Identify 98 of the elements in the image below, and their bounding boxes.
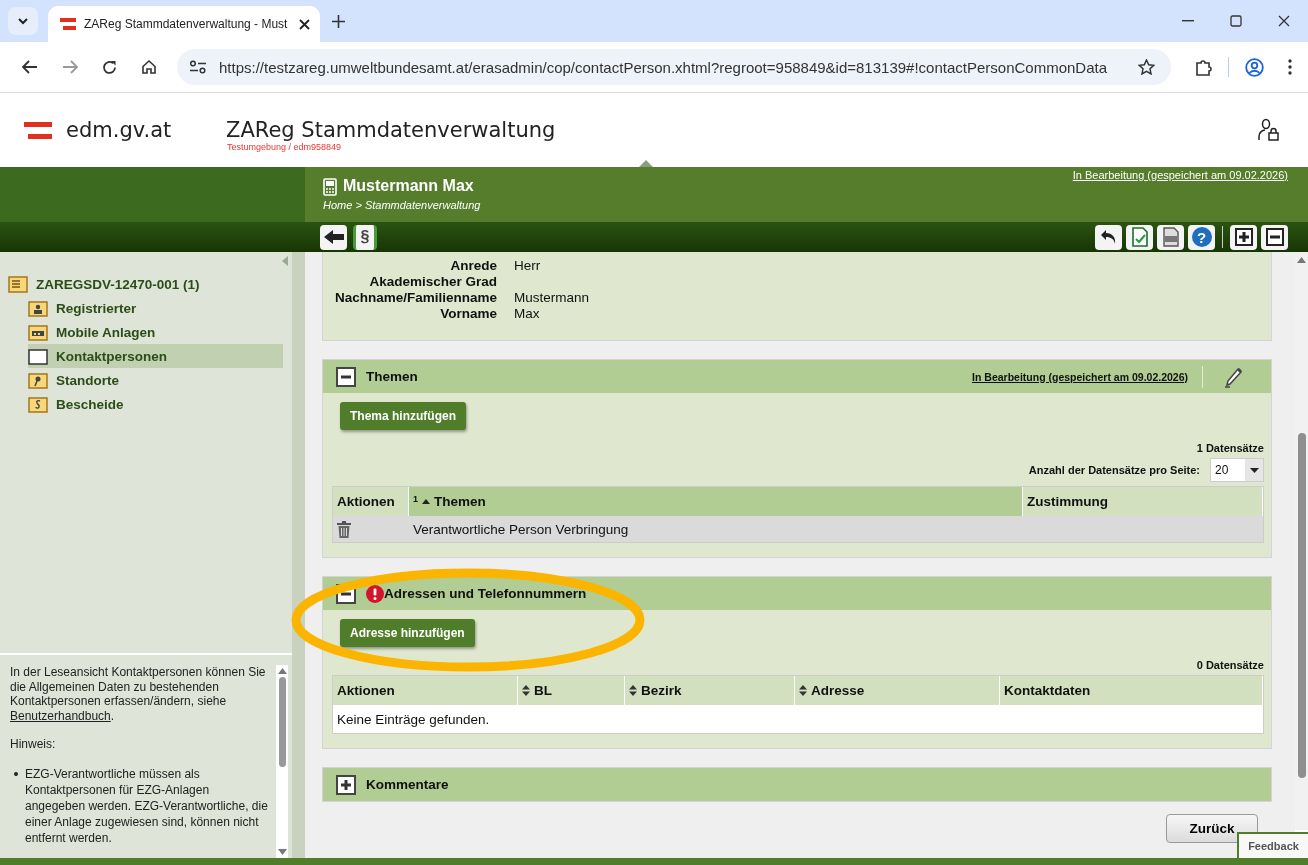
tree-item[interactable]: Registrierter xyxy=(28,296,283,320)
logo-icon xyxy=(24,121,52,139)
help-paragraph: In der Leseansicht Kontaktpersonen können Sie die Allgemeinen Daten zu bestehenden Kontaktpersonen erfassen/ändern, siehe Benutzerhandbuch. xyxy=(10,665,267,723)
reload-icon[interactable] xyxy=(102,59,117,75)
section-title: Adressen und Telefonnummern xyxy=(384,586,587,601)
tree-item[interactable]: Standorte xyxy=(28,368,283,392)
back-button[interactable] xyxy=(320,224,347,250)
tab-list-button[interactable] xyxy=(8,7,38,35)
scroll-down-icon[interactable] xyxy=(277,849,287,855)
scroll-up-icon[interactable] xyxy=(1297,257,1306,263)
environment-label: Testumgebung / edm958849 xyxy=(227,142,343,152)
field-label: Anrede xyxy=(449,258,497,273)
flag-icon xyxy=(60,18,76,30)
sort-icon[interactable] xyxy=(629,685,637,696)
caret-icon[interactable] xyxy=(1249,467,1259,473)
address-field[interactable]: https://testzareg.umweltbundesamt.at/erasadmin/cop/contactPerson.xhtml?regroot=958849&id=813139#!contactPersonCommonData xyxy=(177,49,1171,85)
manual-link[interactable]: Benutzerhandbuch xyxy=(10,708,111,723)
star-icon[interactable] xyxy=(1138,59,1155,75)
minimize-icon[interactable] xyxy=(1182,20,1194,22)
page-title: Mustermann Max xyxy=(343,177,474,195)
document-check-icon[interactable] xyxy=(1131,227,1148,247)
table-cell-text: Verantwortliche Person Verbringung xyxy=(412,521,630,537)
sort-icon[interactable] xyxy=(522,685,530,696)
back-icon[interactable] xyxy=(22,60,38,74)
field-label: Akademischer Grad xyxy=(368,274,497,289)
sort-rank: 1 xyxy=(413,493,418,504)
folder-icon[interactable] xyxy=(8,275,28,293)
column-header: Aktionen xyxy=(333,676,518,705)
status-link[interactable]: In Bearbeitung (gespeichert am 09.02.2026) xyxy=(972,370,1188,383)
browser-tab[interactable]: ZAReg Stammdatenverwaltung - Must xyxy=(48,6,320,42)
profile-icon[interactable] xyxy=(1245,57,1264,77)
collapse-header-icon[interactable] xyxy=(639,160,653,167)
tree-item[interactable]: Mobile Anlagen xyxy=(28,320,283,344)
status-link[interactable]: In Bearbeitung (gespeichert am 09.02.2026) xyxy=(1072,169,1288,181)
maximize-icon[interactable] xyxy=(1230,15,1242,27)
scrollbar[interactable] xyxy=(276,665,288,858)
person-folder-icon[interactable] xyxy=(28,299,48,317)
new-tab-icon[interactable] xyxy=(332,14,345,28)
paragraph-folder-icon[interactable] xyxy=(28,395,48,413)
mobile-phone-icon xyxy=(323,178,337,196)
field-value: Mustermann xyxy=(514,290,591,305)
sort-icon[interactable] xyxy=(799,685,807,696)
puzzle-icon[interactable] xyxy=(1195,58,1212,76)
close-icon[interactable] xyxy=(1278,15,1290,27)
app-title: ZAReg Stammdatenverwaltung xyxy=(226,118,556,142)
add-button[interactable]: Adresse hinzufügen xyxy=(340,619,475,647)
record-count: 0 Datensätze xyxy=(1196,659,1264,671)
column-header: Kontaktdaten xyxy=(1000,676,1263,705)
column-header[interactable]: BL xyxy=(518,676,625,705)
page-size-label: Anzahl der Datensätze pro Seite: xyxy=(1028,464,1200,476)
bullet-icon xyxy=(14,771,18,776)
field-value: Max xyxy=(514,306,541,321)
section-title: Kommentare xyxy=(366,777,449,792)
add-button[interactable]: Thema hinzufügen xyxy=(340,402,466,430)
scrollbar[interactable] xyxy=(1295,252,1308,830)
machine-folder-icon[interactable] xyxy=(28,323,48,341)
site-settings-icon[interactable] xyxy=(189,60,207,74)
pdf-document-icon[interactable] xyxy=(1162,227,1179,247)
page-size-select[interactable]: 20 xyxy=(1210,458,1264,482)
delete-icon[interactable] xyxy=(337,520,351,538)
validate-button[interactable] xyxy=(1126,224,1153,250)
toggle-icon[interactable] xyxy=(336,366,356,387)
pdf-button[interactable] xyxy=(1157,224,1184,250)
help-button[interactable]: ? xyxy=(1188,224,1215,250)
field-value: Herr xyxy=(514,258,542,273)
record-count: 1 Datensätze xyxy=(1196,442,1264,454)
column-header: Aktionen xyxy=(333,487,409,516)
logo-text: edm.gv.at xyxy=(66,118,173,142)
feedback-button[interactable]: Feedback xyxy=(1237,832,1308,858)
toggle-icon[interactable] xyxy=(336,774,356,795)
user-lock-icon[interactable] xyxy=(1258,118,1280,142)
forward-icon[interactable] xyxy=(62,60,78,74)
section-title: Themen xyxy=(366,369,418,384)
arrow-left-icon[interactable] xyxy=(322,229,345,245)
sort-ascending-icon[interactable] xyxy=(422,499,430,504)
hint-label: Hinweis: xyxy=(10,737,57,752)
more-icon[interactable] xyxy=(1288,59,1292,75)
empty-message: Keine Einträge gefunden. xyxy=(337,711,490,727)
column-header[interactable]: 1 Themen xyxy=(409,487,1023,516)
field-label: Vorname xyxy=(439,306,497,321)
tree-item[interactable]: Bescheide xyxy=(28,392,283,416)
chevron-icon[interactable] xyxy=(17,17,29,25)
column-header[interactable]: Bezirk xyxy=(625,676,795,705)
home-icon[interactable] xyxy=(141,59,157,75)
breadcrumb: Home > Stammdatenverwaltung xyxy=(323,199,482,211)
legal-button[interactable]: § xyxy=(353,224,377,250)
field-label: Nachname/Familienname xyxy=(333,290,497,305)
folder-icon[interactable] xyxy=(28,347,48,365)
tree-item[interactable]: ZAREGSDV-12470-001 (1) xyxy=(8,272,292,296)
pin-folder-icon[interactable] xyxy=(28,371,48,389)
hint-text: EZG-Verantwortliche müssen als Kontaktpersonen für EZG-Anlagen angegeben werden. EZG-Verantwortliche, die einer Anlage zugewiesen sind, können nicht entfernt werden. xyxy=(25,765,269,846)
column-header[interactable]: Adresse xyxy=(795,676,1000,705)
close-icon[interactable] xyxy=(299,18,310,30)
back-button[interactable]: Zurück xyxy=(1166,814,1258,843)
edit-icon[interactable] xyxy=(1223,365,1245,388)
scroll-up-icon[interactable] xyxy=(277,668,287,674)
column-header: Zustimmung xyxy=(1023,487,1263,516)
tree-item[interactable]: Kontaktpersonen xyxy=(28,344,283,368)
